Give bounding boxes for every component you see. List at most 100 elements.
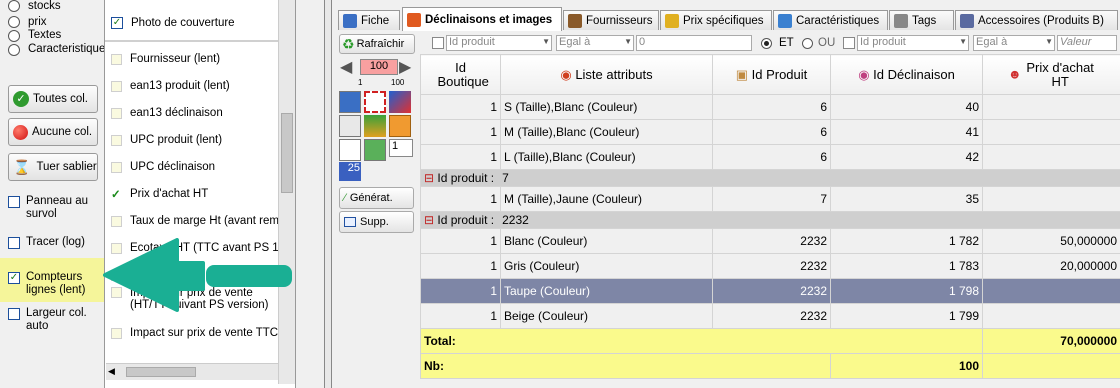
table-cell: [982, 303, 1120, 329]
cover-photo-checkbox[interactable]: ✓: [111, 17, 123, 29]
column-checkbox[interactable]: [111, 215, 122, 227]
group-row[interactable]: ⊟ Id produit : 2232: [420, 211, 1120, 229]
scroll-left-icon[interactable]: ◀: [108, 366, 115, 377]
group-row[interactable]: ⊟ Id produit : 7: [420, 169, 1120, 187]
tab-4[interactable]: Caractéristiques: [773, 10, 888, 30]
column-checkbox[interactable]: [111, 107, 122, 119]
filter-field2-select[interactable]: Id produit ▼: [857, 35, 969, 51]
arrow-left-icon[interactable]: ◀: [340, 57, 352, 77]
scrollbar-thumb[interactable]: [281, 113, 293, 193]
list-item-label: Prix d'achat HT: [130, 188, 209, 200]
column-checkbox[interactable]: [111, 161, 122, 173]
list-item-column[interactable]: ean13 produit (lent): [111, 73, 283, 99]
radio-caracteristique[interactable]: [8, 44, 20, 56]
row-counters-checkbox[interactable]: ✓: [8, 272, 20, 284]
list-item-label: Taux de marge Ht (avant remise: [130, 215, 283, 227]
filter-op1-select[interactable]: Egal à ▼: [556, 35, 634, 51]
table-cell: 35: [830, 186, 983, 212]
table-row[interactable]: 1M (Taille),Blanc (Couleur) 6 41: [420, 119, 1120, 145]
list-item-column[interactable]: Impact sur prix de vente TTC: [111, 320, 283, 346]
filter-enable-checkbox[interactable]: [432, 37, 444, 49]
shapes-icon[interactable]: [389, 91, 411, 113]
delete-button[interactable]: Supp.: [339, 211, 414, 233]
col-header-id-declinaison[interactable]: ◉ Id Déclinaison: [830, 54, 983, 95]
group-label: Id produit :: [437, 213, 495, 227]
list-item-column[interactable]: ✓ Prix d'achat HT: [111, 181, 283, 207]
check-icon[interactable]: ✓: [111, 187, 122, 201]
col-header-attributes[interactable]: ◉ Liste attributs: [500, 54, 713, 95]
filter2-enable-checkbox[interactable]: [843, 37, 855, 49]
table-row[interactable]: 1L (Taille),Blanc (Couleur) 6 42: [420, 144, 1120, 170]
hscroll-thumb[interactable]: [126, 367, 196, 377]
table-cell: M (Taille),Jaune (Couleur): [500, 186, 713, 212]
table-cell: 1 799: [830, 303, 983, 329]
filter-value1-input[interactable]: 0: [636, 35, 752, 51]
list-item-cover-photo[interactable]: ✓ Photo de couverture: [111, 10, 283, 36]
table-cell: 1 782: [830, 228, 983, 254]
column-checkbox[interactable]: [111, 80, 122, 92]
filter-field1-select[interactable]: Id produit ▼: [446, 35, 552, 51]
table-row[interactable]: 1 Gris (Couleur) 2232 1 783 20,000000: [420, 253, 1120, 279]
tab-0[interactable]: Fiche: [338, 10, 400, 30]
table-row[interactable]: 1S (Taille),Blanc (Couleur) 6 40: [420, 94, 1120, 120]
page-size-input[interactable]: 100: [360, 59, 398, 75]
no-columns-button[interactable]: Aucune col.: [8, 118, 98, 146]
radio-prix[interactable]: [8, 16, 20, 28]
table-row[interactable]: 1 Blanc (Couleur) 2232 1 782 50,000000: [420, 228, 1120, 254]
et-radio[interactable]: [761, 38, 772, 49]
radio-textes[interactable]: [8, 30, 20, 42]
horizontal-scrollbar[interactable]: ◀: [106, 363, 278, 380]
tab-6[interactable]: Accessoires (Produits B): [955, 10, 1118, 30]
select-area-icon[interactable]: [364, 91, 386, 113]
col-header-id-boutique[interactable]: Id Boutique: [420, 54, 501, 95]
auto-width-checkbox[interactable]: [8, 308, 20, 320]
col-header-id-produit[interactable]: ▣ Id Produit: [712, 54, 831, 95]
collapse-icon[interactable]: ⊟: [424, 171, 437, 185]
chart-icon[interactable]: [364, 115, 386, 137]
trace-log-checkbox[interactable]: [8, 237, 20, 249]
table-cell: 1: [420, 228, 501, 254]
spin-input[interactable]: 1: [389, 139, 413, 157]
table-row[interactable]: 1 Taupe (Couleur) 2232 1 798: [420, 278, 1120, 304]
filter-op2-select[interactable]: Egal à ▼: [973, 35, 1055, 51]
tab-5[interactable]: Tags: [889, 10, 954, 30]
tab-1[interactable]: Déclinaisons et images: [402, 7, 562, 31]
col-header-purchase-price[interactable]: ☻ Prix d'achat HT: [982, 54, 1120, 95]
image-grid-icon[interactable]: [339, 91, 361, 113]
table-icon[interactable]: [339, 115, 361, 137]
options-panel: stocks prix Textes Caracteristique ✓ Tou…: [0, 0, 105, 388]
refresh-button[interactable]: ♻ Rafraîchir: [339, 34, 415, 54]
list-item-column[interactable]: ean13 déclinaison: [111, 100, 283, 126]
hover-panel-checkbox[interactable]: [8, 196, 20, 208]
column-chooser-list: ✓ Photo de couverture Fournisseur (lent)…: [104, 0, 296, 388]
generate-button[interactable]: ⁄ Générat.: [339, 187, 414, 209]
count-icon[interactable]: 25: [339, 162, 361, 181]
tab-icon: [407, 12, 421, 27]
trace-log-label: Tracer (log): [26, 236, 85, 248]
column-checkbox[interactable]: [111, 134, 122, 146]
grid-orange-icon[interactable]: [389, 115, 411, 137]
all-columns-button[interactable]: ✓ Toutes col.: [8, 85, 98, 113]
tree-icon[interactable]: [339, 139, 361, 161]
arrow-right-icon[interactable]: ▶: [399, 57, 411, 77]
list-item-column[interactable]: Fournisseur (lent): [111, 46, 283, 72]
tab-2[interactable]: Fournisseurs: [563, 10, 659, 30]
column-checkbox[interactable]: [111, 327, 122, 339]
ou-radio[interactable]: [802, 38, 813, 49]
vertical-scrollbar[interactable]: [278, 0, 295, 384]
header-label: Liste attributs: [575, 66, 653, 82]
list-item-column[interactable]: UPC déclinaison: [111, 154, 283, 180]
table-row[interactable]: 1 Beige (Couleur) 2232 1 799: [420, 303, 1120, 329]
filter-value2-input[interactable]: Valeur: [1057, 35, 1117, 51]
column-checkbox[interactable]: [111, 53, 122, 65]
radio-stocks[interactable]: [8, 0, 20, 12]
list-item-column[interactable]: Taux de marge Ht (avant remise: [111, 208, 283, 234]
list-item-column[interactable]: UPC produit (lent): [111, 127, 283, 153]
tab-3[interactable]: Prix spécifiques: [660, 10, 772, 30]
star-table-icon[interactable]: [364, 139, 386, 161]
table-cell: [982, 94, 1120, 120]
table-row[interactable]: 1M (Taille),Jaune (Couleur) 7 35: [420, 186, 1120, 212]
kill-hourglass-button[interactable]: ⌛ Tuer sablier: [8, 153, 98, 181]
collapse-icon[interactable]: ⊟: [424, 213, 437, 227]
group-cell: ⊟ Id produit : 2232: [420, 211, 1120, 229]
